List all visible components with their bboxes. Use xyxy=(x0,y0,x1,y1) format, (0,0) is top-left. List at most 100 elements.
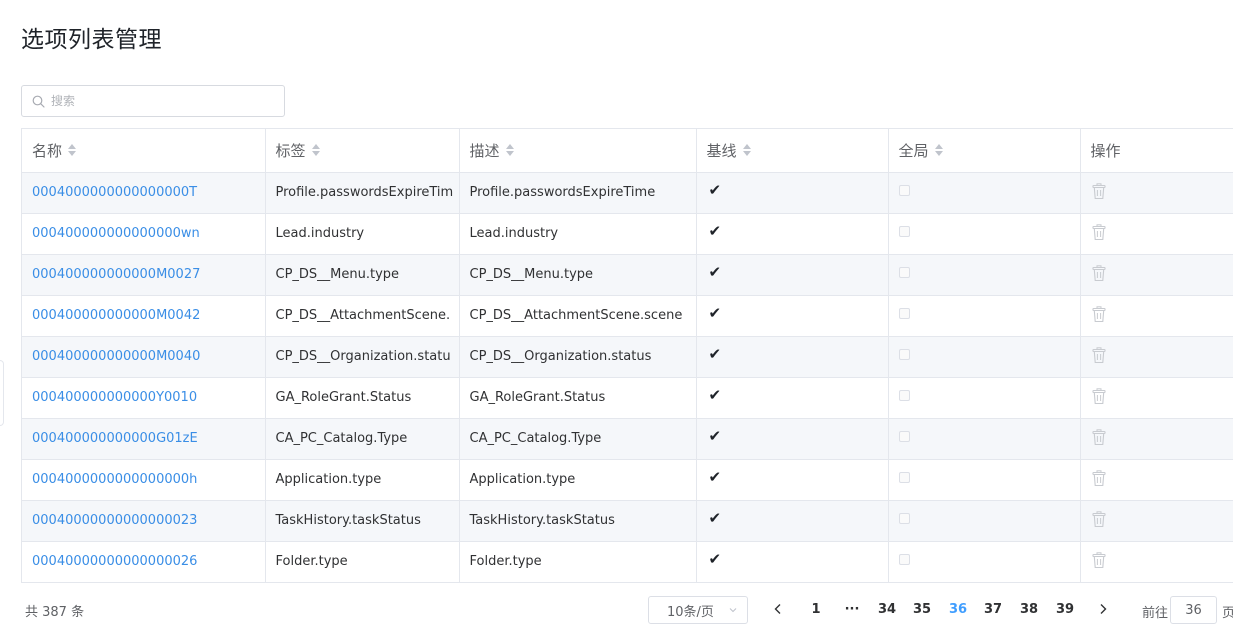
cell-actions xyxy=(1080,336,1233,378)
option-list-name-link[interactable]: 000400000000000Y0010 xyxy=(32,390,197,405)
cell-label: TaskHistory.taskStatus xyxy=(265,500,460,542)
trash-icon[interactable] xyxy=(1091,182,1107,204)
trash-icon[interactable] xyxy=(1091,264,1107,286)
cell-baseline: ✔ xyxy=(696,295,889,337)
option-list-name-link[interactable]: 000400000000000M0027 xyxy=(32,267,200,282)
cell-label: Profile.passwordsExpireTim xyxy=(265,172,460,214)
cell-description: CA_PC_Catalog.Type xyxy=(459,418,697,460)
goto-page-input[interactable] xyxy=(1170,596,1217,624)
cell-label: Application.type xyxy=(265,459,460,501)
cell-baseline: ✔ xyxy=(696,254,889,296)
cell-global xyxy=(888,459,1081,501)
pager-page[interactable]: 39 xyxy=(1051,602,1079,617)
cell-global xyxy=(888,295,1081,337)
table-row: 000400000000000Y0010 GA_RoleGrant.Status G… xyxy=(22,377,1233,419)
table-row: 0004000000000000000T Profile.passwordsExp… xyxy=(22,172,1233,214)
cell-description: CP_DS__Organization.status xyxy=(459,336,697,378)
cell-description: Lead.industry xyxy=(459,213,697,255)
option-list-name-link[interactable]: 00040000000000000023 xyxy=(32,513,197,528)
column-header-actions: 操作 xyxy=(1080,129,1233,173)
trash-icon[interactable] xyxy=(1091,346,1107,368)
cell-actions xyxy=(1080,377,1233,419)
trash-icon[interactable] xyxy=(1091,223,1107,245)
option-list-name-link[interactable]: 000400000000000G01zE xyxy=(32,431,198,446)
option-list-name-link[interactable]: 000400000000000M0040 xyxy=(32,349,200,364)
sort-caret-icon[interactable] xyxy=(505,143,515,157)
cell-name: 00040000000000000023 xyxy=(22,500,266,542)
cell-global xyxy=(888,172,1081,214)
sort-caret-icon[interactable] xyxy=(934,143,944,157)
option-list-name-link[interactable]: 0004000000000000000T xyxy=(32,185,197,200)
pager-ellipsis[interactable]: ··· xyxy=(838,602,866,617)
option-list-name-link[interactable]: 000400000000000000wn xyxy=(32,226,200,241)
cell-name: 000400000000000M0040 xyxy=(22,336,266,378)
trash-icon[interactable] xyxy=(1091,510,1107,532)
global-checkbox xyxy=(898,266,910,278)
cell-description: Folder.type xyxy=(459,541,697,583)
cell-global xyxy=(888,336,1081,378)
global-checkbox xyxy=(898,553,910,565)
cell-name: 000400000000000M0027 xyxy=(22,254,266,296)
column-header-name[interactable]: 名称 xyxy=(22,129,266,173)
cell-baseline: ✔ xyxy=(696,541,889,583)
pager-page[interactable]: 34 xyxy=(873,602,901,617)
pager-page[interactable]: 1 xyxy=(802,602,830,617)
cell-global xyxy=(888,254,1081,296)
trash-icon[interactable] xyxy=(1091,551,1107,573)
global-checkbox xyxy=(898,348,910,360)
cell-actions xyxy=(1080,213,1233,255)
side-drawer-handle[interactable] xyxy=(0,360,4,426)
cell-name: 0004000000000000000h xyxy=(22,459,266,501)
table-header-row: 名称 标签 描述 基线 全局 操作 xyxy=(22,129,1233,173)
cell-global xyxy=(888,377,1081,419)
check-icon: ✔ xyxy=(708,467,722,486)
cell-actions xyxy=(1080,418,1233,460)
check-icon: ✔ xyxy=(708,549,722,568)
pager-page[interactable]: 38 xyxy=(1015,602,1043,617)
pager-page[interactable]: 36 xyxy=(944,602,972,617)
option-list-name-link[interactable]: 00040000000000000026 xyxy=(32,554,197,569)
column-header-description[interactable]: 描述 xyxy=(459,129,697,173)
column-header-baseline[interactable]: 基线 xyxy=(696,129,889,173)
cell-name: 0004000000000000000T xyxy=(22,172,266,214)
check-icon: ✔ xyxy=(708,180,722,199)
page-size-select[interactable]: 10条/页 xyxy=(648,596,748,624)
column-header-label: 标签 xyxy=(275,141,306,160)
global-checkbox xyxy=(898,471,910,483)
table-row: 00040000000000000023 TaskHistory.taskStat… xyxy=(22,500,1233,542)
trash-icon[interactable] xyxy=(1091,305,1107,327)
cell-actions xyxy=(1080,172,1233,214)
search-box[interactable] xyxy=(21,85,285,117)
check-icon: ✔ xyxy=(708,344,722,363)
chevron-right-icon[interactable] xyxy=(1097,601,1109,617)
pager-page[interactable]: 35 xyxy=(908,602,936,617)
sort-caret-icon[interactable] xyxy=(742,143,752,157)
pager-page[interactable]: 37 xyxy=(979,602,1007,617)
chevron-left-icon[interactable] xyxy=(772,601,784,617)
global-checkbox xyxy=(898,307,910,319)
global-checkbox xyxy=(898,430,910,442)
option-list-name-link[interactable]: 000400000000000M0042 xyxy=(32,308,200,323)
column-header-global[interactable]: 全局 xyxy=(888,129,1081,173)
cell-label: CP_DS__AttachmentScene. xyxy=(265,295,460,337)
trash-icon[interactable] xyxy=(1091,469,1107,491)
cell-global xyxy=(888,213,1081,255)
page-title: 选项列表管理 xyxy=(21,27,162,53)
check-icon: ✔ xyxy=(708,508,722,527)
column-header-label-col[interactable]: 标签 xyxy=(265,129,460,173)
chevron-down-icon xyxy=(729,608,737,613)
cell-description: GA_RoleGrant.Status xyxy=(459,377,697,419)
cell-name: 000400000000000000wn xyxy=(22,213,266,255)
check-icon: ✔ xyxy=(708,426,722,445)
cell-label: CP_DS__Menu.type xyxy=(265,254,460,296)
trash-icon[interactable] xyxy=(1091,387,1107,409)
sort-caret-icon[interactable] xyxy=(68,143,77,157)
trash-icon[interactable] xyxy=(1091,428,1107,450)
sort-caret-icon[interactable] xyxy=(311,143,321,157)
column-header-label: 名称 xyxy=(32,141,63,160)
cell-baseline: ✔ xyxy=(696,336,889,378)
option-list-name-link[interactable]: 0004000000000000000h xyxy=(32,472,197,487)
search-input[interactable] xyxy=(51,87,271,115)
goto-suffix: 页 xyxy=(1222,606,1233,621)
global-checkbox xyxy=(898,389,910,401)
